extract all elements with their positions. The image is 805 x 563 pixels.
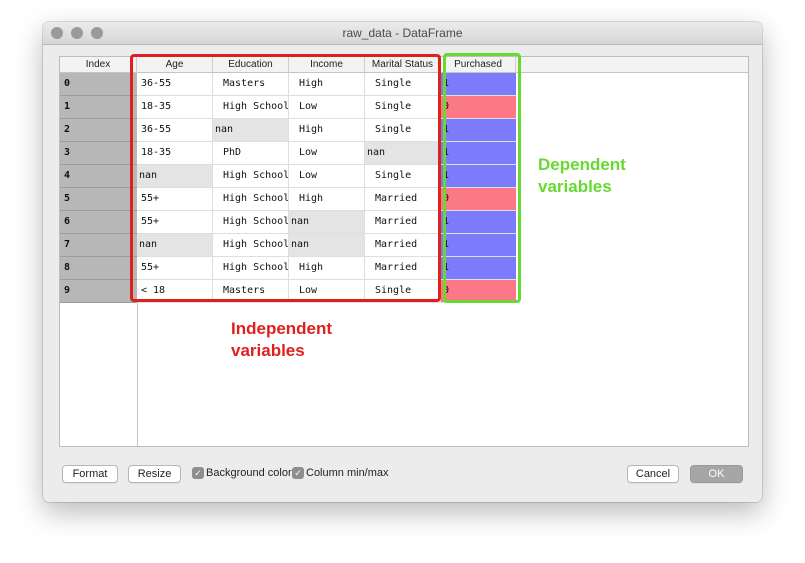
column-minmax-label: Column min/max — [306, 467, 389, 479]
window-title: raw_data - DataFrame — [342, 26, 463, 40]
independent-variables-annotation: Independent variables — [231, 318, 332, 362]
index-cell[interactable]: 6 — [60, 211, 137, 234]
independent-variables-highlight — [130, 54, 441, 302]
index-cell[interactable]: 3 — [60, 142, 137, 165]
independent-annotation-line1: Independent — [231, 319, 333, 338]
format-button[interactable]: Format — [62, 465, 118, 483]
index-header[interactable]: Index — [60, 57, 137, 73]
column-minmax-checkbox[interactable]: ✓ — [292, 467, 304, 479]
index-cell[interactable]: 5 — [60, 188, 137, 211]
background-color-checkbox[interactable]: ✓ — [192, 467, 204, 479]
index-cell[interactable]: 9 — [60, 280, 137, 303]
index-cell[interactable]: 2 — [60, 119, 137, 142]
dependent-annotation-line1: Dependent — [538, 155, 626, 174]
index-cell[interactable]: 1 — [60, 96, 137, 119]
header-filler — [516, 57, 748, 73]
dependent-variables-highlight — [443, 53, 521, 303]
index-cell[interactable]: 4 — [60, 165, 137, 188]
resize-button[interactable]: Resize — [128, 465, 181, 483]
background-color-label: Background color — [206, 467, 292, 479]
index-cell[interactable]: 7 — [60, 234, 137, 257]
dependent-annotation-line2: variables — [538, 177, 612, 196]
ok-button[interactable]: OK — [690, 465, 743, 483]
index-cell[interactable]: 0 — [60, 73, 137, 96]
title-bar: raw_data - DataFrame — [43, 22, 762, 45]
dependent-variables-annotation: Dependent variables — [538, 154, 626, 198]
index-column: Index 0 1 2 3 4 5 6 7 8 9 — [60, 57, 138, 446]
independent-annotation-line2: variables — [231, 341, 305, 360]
cancel-button[interactable]: Cancel — [627, 465, 679, 483]
index-cell[interactable]: 8 — [60, 257, 137, 280]
